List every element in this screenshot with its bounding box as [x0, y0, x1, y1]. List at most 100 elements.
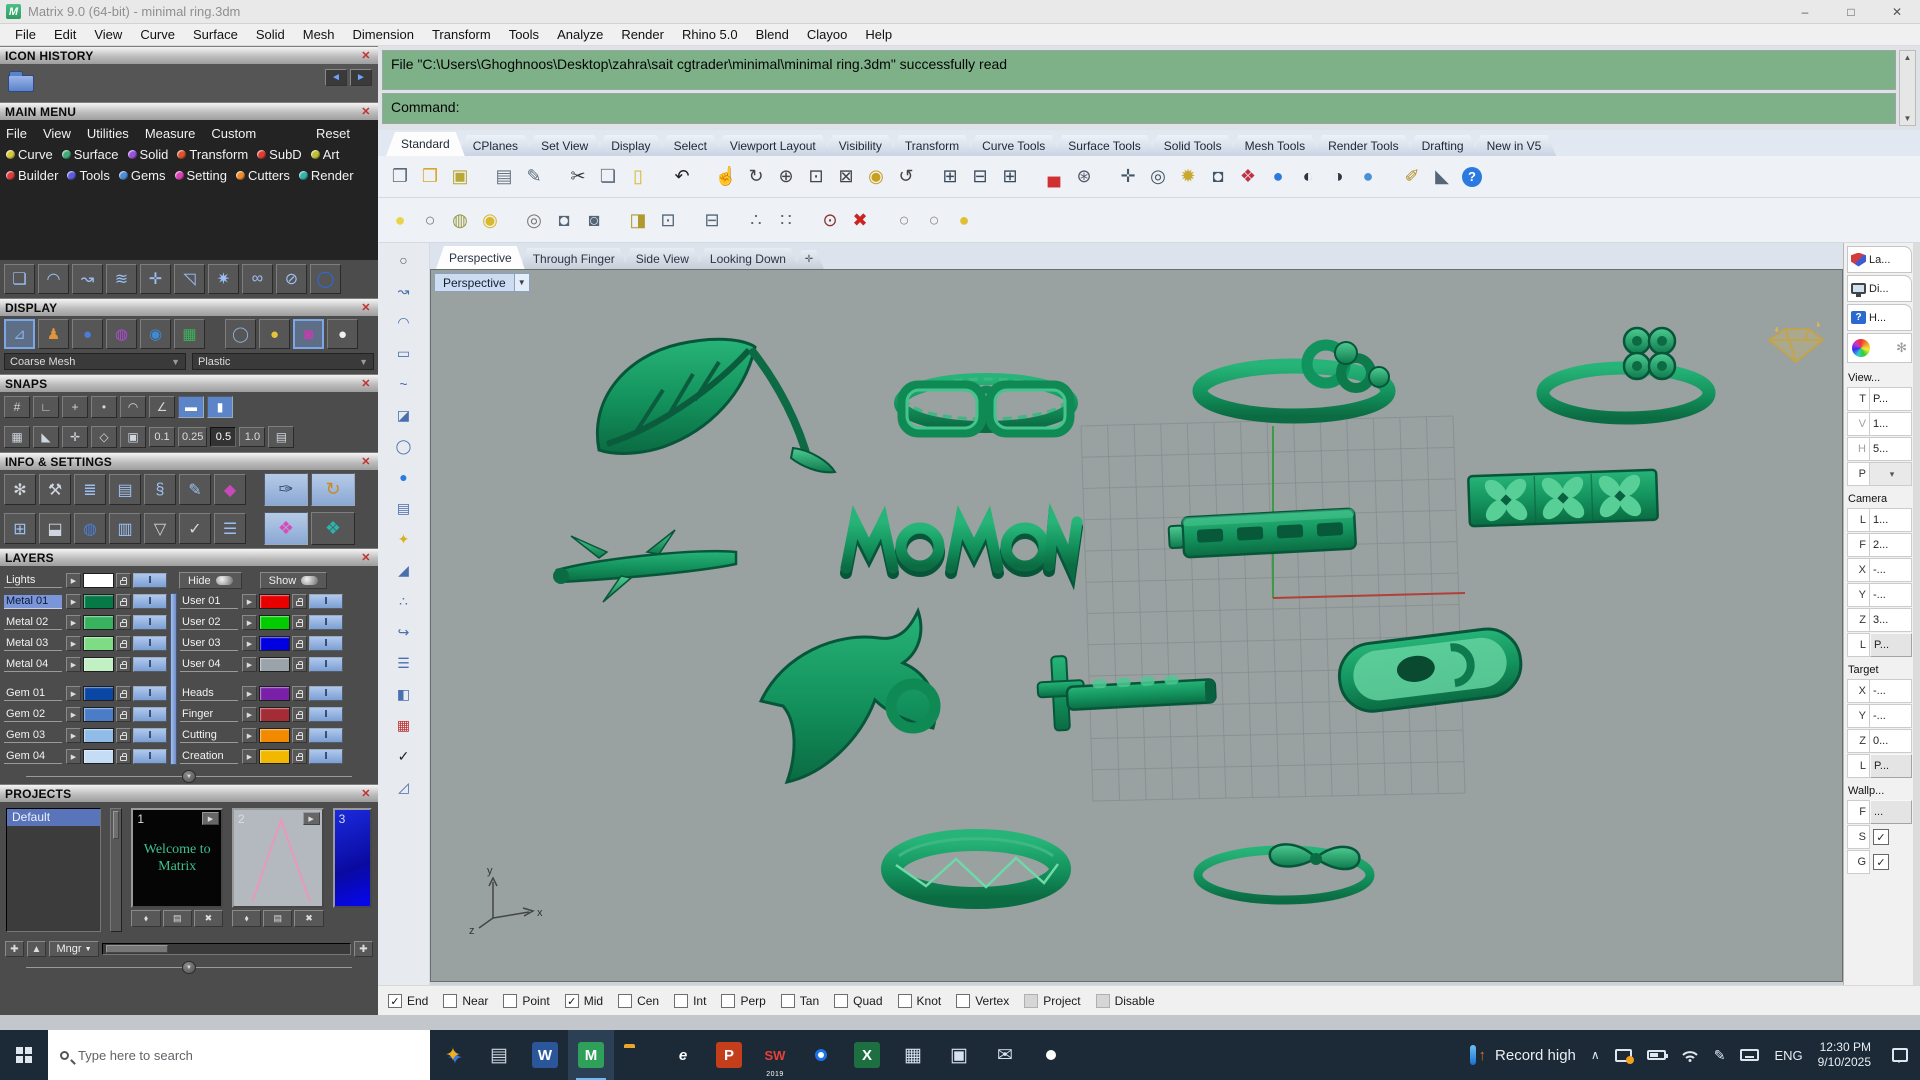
layer-name[interactable]: Metal 01	[4, 595, 62, 609]
gem-rotate-magenta-icon[interactable]: ❖	[264, 512, 308, 545]
main-menu-category[interactable]: Cutters	[236, 168, 290, 183]
layer-expand-icon[interactable]: ▶	[242, 657, 257, 672]
project-thumbnail[interactable]: 2 ▶ ⬧ ▤ ✖	[232, 808, 324, 932]
main-menu-item[interactable]: File	[6, 126, 27, 141]
material-dropdown[interactable]: Plastic▼	[192, 353, 374, 370]
model-chain-band[interactable]	[1168, 509, 1356, 559]
main-menu-category[interactable]: Surface	[62, 147, 119, 162]
copy-icon[interactable]: ❏	[594, 161, 622, 193]
project-list[interactable]: Default	[6, 808, 101, 932]
custom-material-icon[interactable]: ◙	[293, 319, 324, 349]
layer-row[interactable]: Metal 04 ▶	[4, 656, 167, 673]
main-menu-category[interactable]: Curve	[6, 147, 53, 162]
rect-tool-icon[interactable]: ▭	[392, 342, 416, 364]
layer-visibility-toggle[interactable]	[309, 657, 343, 672]
layer-visibility-toggle[interactable]	[309, 728, 343, 743]
zoom-window-icon[interactable]: ⊡	[802, 161, 830, 193]
layer-lock-icon[interactable]	[292, 657, 307, 672]
gear-icon[interactable]: ✻	[1896, 340, 1907, 356]
maximize-button[interactable]: □	[1828, 0, 1874, 23]
layer-expand-icon[interactable]: ▶	[242, 707, 257, 722]
property-value[interactable]: 0...	[1870, 729, 1912, 753]
bulb-current-icon[interactable]: ◉	[476, 204, 504, 236]
task-view-icon[interactable]: ▤	[476, 1030, 522, 1080]
surface-tool-icon[interactable]: ◪	[392, 404, 416, 426]
layout-mode-icon[interactable]: ▦	[174, 319, 205, 349]
layer-expand-icon[interactable]: ▶	[66, 707, 81, 722]
close-icon[interactable]: ✕	[359, 552, 373, 564]
bulb-b-icon[interactable]: ○	[920, 204, 948, 236]
info-settings-header[interactable]: INFO & SETTINGS ✕	[0, 452, 378, 470]
layer-expand-icon[interactable]: ▶	[66, 749, 81, 764]
layer-row[interactable]: Cutting ▶	[180, 727, 343, 744]
property-row[interactable]: L P...	[1847, 754, 1912, 778]
touch-keyboard-icon[interactable]	[1740, 1049, 1759, 1061]
viewport-tab[interactable]: Side View	[623, 248, 702, 269]
bulb-a-icon[interactable]: ○	[890, 204, 918, 236]
main-menu-category[interactable]: SubD	[257, 147, 302, 162]
layer-color-swatch[interactable]	[83, 594, 114, 609]
material-mid-icon[interactable]: ◑	[1324, 161, 1352, 193]
menu-item[interactable]: Solid	[247, 25, 294, 44]
icon-history-header[interactable]: ICON HISTORY ✕	[0, 46, 378, 64]
book-icon[interactable]: ▥	[109, 513, 141, 544]
main-menu-category[interactable]: Builder	[6, 168, 58, 183]
layer-color-swatch[interactable]	[83, 615, 114, 630]
ribbon-tab[interactable]: Select	[659, 135, 722, 156]
chrome-icon[interactable]	[798, 1030, 844, 1080]
battery-icon[interactable]	[1647, 1050, 1666, 1060]
open-file-icon[interactable]: ❒	[416, 161, 444, 193]
layer-row[interactable]: Gem 01 ▶	[4, 685, 167, 702]
layers-header[interactable]: LAYERS ✕	[0, 548, 378, 566]
model-twig-ring[interactable]	[553, 530, 736, 602]
script-icon[interactable]: §	[144, 474, 176, 505]
main-menu-item[interactable]: Measure	[145, 126, 196, 141]
checkbox-icon[interactable]	[388, 994, 402, 1008]
gem-widget-icon[interactable]	[1769, 322, 1823, 362]
orbit-icon[interactable]: ✛	[1114, 161, 1142, 193]
snap-near-icon[interactable]: ∟	[33, 396, 59, 418]
fillet-icon[interactable]: ◹	[174, 264, 205, 294]
main-menu-header[interactable]: MAIN MENU ✕	[0, 102, 378, 120]
explode-icon[interactable]: ✷	[208, 264, 239, 294]
thumbnail-delete-icon[interactable]: ✖	[294, 910, 323, 927]
property-value[interactable]	[1870, 825, 1912, 849]
check-tool-icon[interactable]: ✓	[392, 745, 416, 767]
thumbnail-delete-icon[interactable]: ✖	[194, 910, 223, 927]
menu-item[interactable]: Render	[612, 25, 673, 44]
print-icon[interactable]: ▤	[490, 161, 518, 193]
model-pattern-band[interactable]	[1467, 457, 1660, 540]
loop-update-icon[interactable]: ↻	[311, 473, 355, 506]
layer-name[interactable]: Gem 02	[4, 708, 62, 722]
model-bow-ring[interactable]	[1198, 844, 1370, 900]
rotate-view-icon[interactable]: ↻	[742, 161, 770, 193]
model-faceted-band[interactable]	[892, 839, 1060, 898]
powerpoint-icon[interactable]: P	[706, 1030, 752, 1080]
model-signet-ring[interactable]	[1336, 625, 1525, 715]
ribbon-tab[interactable]: Display	[596, 135, 665, 156]
add-viewport-tab[interactable]: ✛	[794, 250, 824, 269]
bulb-c-icon[interactable]: ●	[950, 204, 978, 236]
layer-row[interactable]: Finger ▶	[180, 706, 343, 723]
close-button[interactable]: ✕	[1874, 0, 1920, 23]
snap-point-icon[interactable]: +	[62, 396, 88, 418]
thumbnail-play-icon[interactable]: ▶	[202, 812, 219, 825]
main-menu-category[interactable]: Art	[311, 147, 340, 162]
layer-name[interactable]: Metal 02	[4, 616, 62, 630]
main-menu-category[interactable]: Render	[299, 168, 354, 183]
gumball-snap-icon[interactable]: ◇	[91, 426, 117, 448]
cplane-icon[interactable]: ◣	[1428, 161, 1456, 193]
ghosted-mode-icon[interactable]: ◍	[106, 319, 137, 349]
zoom-selected-icon[interactable]: ◉	[862, 161, 890, 193]
property-row[interactable]: T P...	[1847, 387, 1912, 411]
osnap-checkbox[interactable]: Int	[674, 994, 706, 1008]
layer-name[interactable]: Gem 04	[4, 750, 62, 764]
property-value[interactable]: -...	[1870, 558, 1912, 582]
menu-item[interactable]: Transform	[423, 25, 500, 44]
add-slot-icon[interactable]: ✚	[354, 941, 373, 957]
inspect-wrench-icon[interactable]: ⚒	[39, 474, 71, 505]
layer-name[interactable]: Metal 04	[4, 658, 62, 672]
browser-icon[interactable]	[1028, 1030, 1074, 1080]
thumbnail-save-icon[interactable]: ▤	[263, 910, 292, 927]
layer-visibility-toggle[interactable]	[133, 749, 167, 764]
